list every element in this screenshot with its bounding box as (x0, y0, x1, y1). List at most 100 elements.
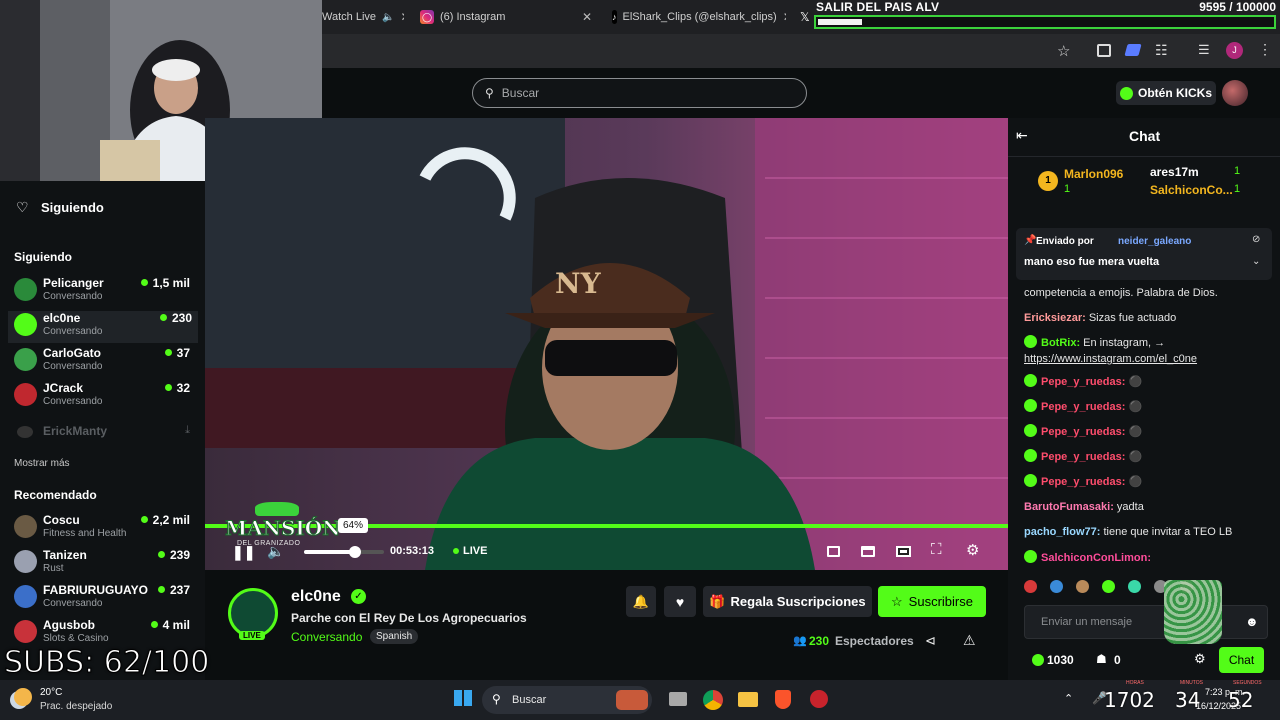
volume-slider[interactable] (304, 546, 384, 558)
collapse-chat-icon[interactable]: ⇤ (1016, 127, 1028, 144)
emote-icon[interactable] (1128, 580, 1141, 593)
volume-icon[interactable]: 🔈 (267, 543, 284, 560)
following-header[interactable]: Siguiendo (41, 200, 104, 215)
viewer-count: 2,2 mil (141, 513, 190, 527)
user-avatar[interactable] (1222, 80, 1248, 106)
search-input[interactable]: ⚲ Buscar (472, 78, 807, 108)
heart-icon: ♥ (675, 593, 685, 610)
chat-username[interactable]: pacho_flow77: (1024, 526, 1100, 538)
extension-icon[interactable] (1097, 44, 1111, 57)
leader-name[interactable]: ares17m (1150, 165, 1199, 179)
app-icon[interactable] (810, 690, 828, 708)
star-icon[interactable]: ☆ (1057, 42, 1070, 60)
chrome-icon[interactable] (703, 690, 723, 710)
chat-username[interactable]: Pepe_y_ruedas: (1041, 476, 1125, 488)
sidebar-item-channel[interactable]: Coscu Fitness and Health 2,2 mil (14, 513, 196, 545)
sidebar-item-channel[interactable]: JCrack Conversando 32 (14, 381, 196, 413)
puzzle-icon[interactable]: ☷ (1155, 42, 1168, 59)
clip-icon[interactable] (861, 546, 875, 557)
share-icon[interactable]: ⊲ (925, 633, 936, 649)
sidebar-item-offline[interactable]: ErickManty ⤓ (14, 423, 196, 441)
chat-username[interactable]: Pepe_y_ruedas: (1041, 401, 1125, 413)
offline-channel-name: ErickManty (43, 424, 108, 438)
elapsed-time: 00:53:13 (390, 545, 435, 557)
pinned-message[interactable]: 📌 Enviado por neider_galeano mano eso fu… (1016, 228, 1272, 280)
show-more-link[interactable]: Mostrar más (14, 458, 70, 469)
brave-icon[interactable] (775, 690, 791, 709)
chat-username[interactable]: Ericksiezar: (1024, 312, 1086, 324)
close-icon[interactable]: ✕ (400, 10, 404, 24)
pip-icon[interactable] (827, 546, 840, 557)
tab-instagram[interactable]: ◯ (6) Instagram ✕ (420, 6, 592, 28)
fullscreen-icon[interactable]: ⛶ (931, 541, 942, 558)
chat-message: https://www.instagram.com/el_c0ne (1024, 352, 1274, 367)
chevron-up-icon[interactable]: ⌃ (1064, 692, 1073, 705)
chat-message: Pepe_y_ruedas: ⚫ (1024, 374, 1274, 390)
close-icon[interactable]: ✕ (783, 10, 786, 24)
chat-username[interactable]: Pepe_y_ruedas: (1041, 451, 1125, 463)
chat-username[interactable]: SalchiconConLimon: (1041, 552, 1151, 564)
send-chat-button[interactable]: Chat (1219, 647, 1264, 673)
sidebar-item-channel[interactable]: CarloGato Conversando 37 (14, 346, 196, 378)
file-explorer-icon[interactable] (669, 692, 687, 706)
channel-name: JCrack (43, 381, 84, 395)
chat-text[interactable]: https://www.instagram.com/el_c0ne (1024, 353, 1197, 365)
emote-icon[interactable] (1102, 580, 1115, 593)
media-icon[interactable]: ☰ (1198, 42, 1210, 58)
windows-start-icon[interactable] (454, 690, 472, 708)
chat-username[interactable]: BarutoFumasaki: (1024, 501, 1114, 513)
pause-icon[interactable]: ❚❚ (232, 544, 255, 561)
chat-username[interactable]: BotRix: (1041, 337, 1080, 349)
star-icon: ☆ (891, 593, 903, 609)
pinned-user[interactable]: neider_galeano (1118, 236, 1191, 247)
emote-icon[interactable] (1076, 580, 1089, 593)
sidebar-item-channel[interactable]: elc0ne Conversando 230 (8, 311, 198, 343)
viewers-label: Espectadores (835, 634, 914, 648)
kicks-balance[interactable]: 1030 (1047, 653, 1074, 667)
points-count[interactable]: 0 (1114, 653, 1121, 667)
leader-name[interactable]: SalchiconCo... (1150, 183, 1233, 197)
notify-button[interactable]: 🔔 (626, 586, 656, 617)
emoji-icon[interactable]: ☻ (1245, 614, 1259, 629)
taskbar-search[interactable]: ⚲ Buscar (482, 686, 652, 714)
chat-leaderboard: 1 Marlon096 1 ares17m 1 SalchiconCo... 1 (1008, 156, 1280, 208)
chat-message: Pepe_y_ruedas: ⚫ (1024, 474, 1274, 490)
weather-temp[interactable]: 20°C (40, 687, 62, 698)
category-link[interactable]: Conversando (291, 630, 362, 644)
tab-tiktok[interactable]: ♪ ElShark_Clips (@elshark_clips) ✕ (612, 6, 786, 28)
extension-icon[interactable] (1124, 44, 1142, 56)
menu-icon[interactable]: ⋮ (1258, 41, 1272, 58)
unpin-icon[interactable]: ⊘ (1252, 234, 1260, 245)
tab-label: ElShark_Clips (@elshark_clips) (622, 11, 777, 23)
volume-fill (304, 550, 356, 554)
get-kicks-button[interactable]: Obtén KICKs (1116, 81, 1216, 105)
leader-name[interactable]: Marlon096 (1064, 167, 1123, 181)
viewer-count: 230 (160, 311, 192, 325)
channel-name[interactable]: elc0ne (291, 588, 341, 606)
channel-avatar[interactable]: LIVE (228, 588, 278, 640)
theater-icon[interactable] (896, 546, 911, 557)
language-tag[interactable]: Spanish (370, 629, 419, 644)
gift-subs-button[interactable]: 🎁 Regala Suscripciones (703, 586, 872, 617)
chat-input[interactable]: Enviar un mensaje ☻ (1024, 605, 1268, 639)
sidebar-item-channel[interactable]: Tanizen Rust 239 (14, 548, 196, 580)
sidebar-item-channel[interactable]: Pelicanger Conversando 1,5 mil (14, 276, 196, 308)
sidebar-item-channel[interactable]: FABRIURUGUAYO Conversando 237 (14, 583, 196, 615)
emote-icon[interactable] (1050, 580, 1063, 593)
report-icon[interactable]: ⚠ (963, 632, 976, 649)
tab-watch-live[interactable]: Watch Live 🔈 ✕ (322, 6, 404, 28)
close-icon[interactable]: ✕ (582, 10, 592, 24)
chat-username[interactable]: Pepe_y_ruedas: (1041, 376, 1125, 388)
profile-icon[interactable]: J (1226, 42, 1243, 59)
chevron-down-icon[interactable]: ⌄ (1252, 256, 1260, 267)
emote-icon[interactable] (1024, 580, 1037, 593)
folder-icon[interactable] (738, 692, 758, 707)
chat-settings-icon[interactable]: ⚙ (1194, 651, 1206, 667)
volume-knob[interactable] (349, 546, 362, 558)
chat-username[interactable]: Pepe_y_ruedas: (1041, 426, 1125, 438)
video-player[interactable]: NY (205, 118, 1008, 570)
follow-button[interactable]: ♥ (664, 586, 696, 617)
settings-icon[interactable]: ⚙ (966, 541, 979, 559)
subscribe-button[interactable]: ☆ Suscribirse (878, 586, 986, 617)
sidebar: ♡ Siguiendo Siguiendo Pelicanger Conversa… (0, 181, 205, 680)
